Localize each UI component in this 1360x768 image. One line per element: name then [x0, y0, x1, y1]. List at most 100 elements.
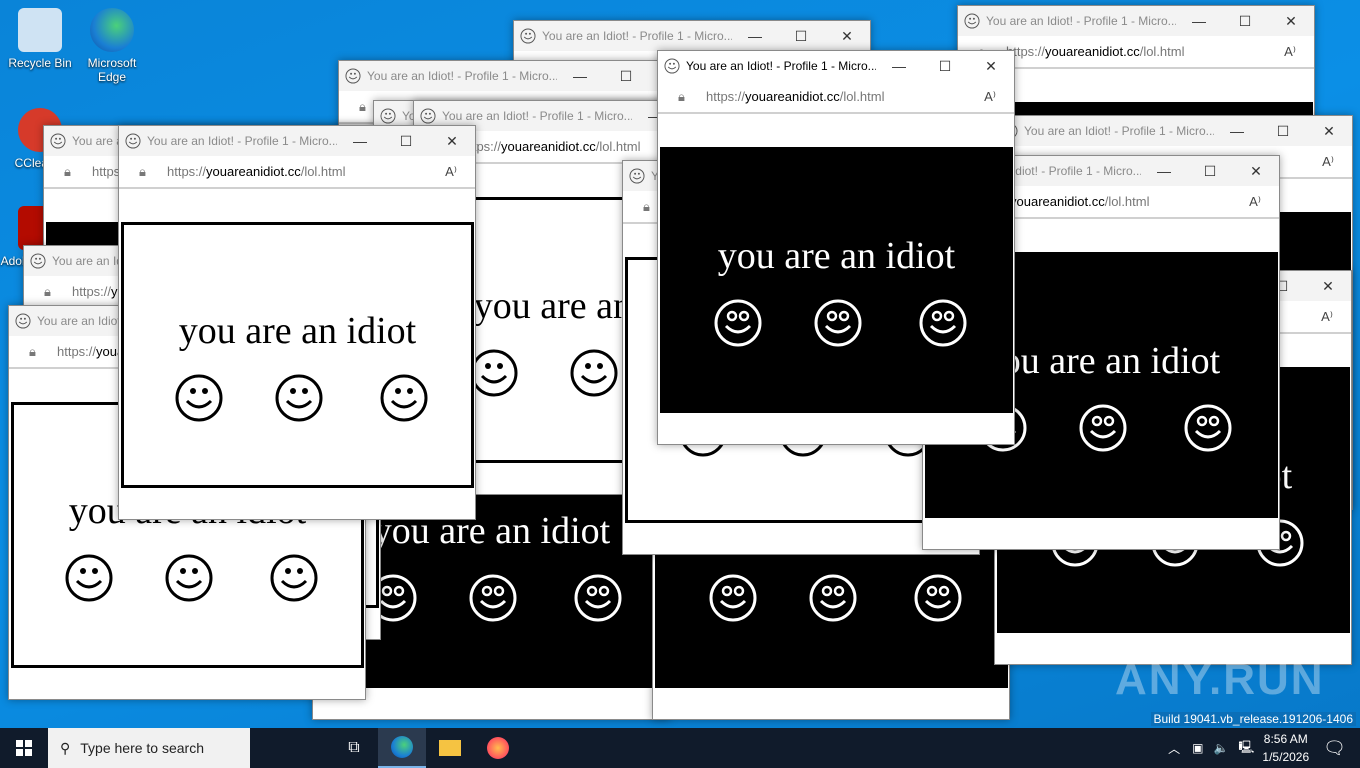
- url-scheme: https://: [706, 89, 746, 104]
- close-button[interactable]: ✕: [1268, 13, 1314, 30]
- maximize-button[interactable]: ☐: [1222, 13, 1268, 30]
- page-content[interactable]: you are an idiot: [660, 147, 1013, 413]
- close-button[interactable]: ✕: [429, 133, 475, 150]
- search-icon: ⚲: [60, 739, 71, 756]
- browser-window[interactable]: You are an Idiot! - Profile 1 - Micro...…: [657, 50, 1015, 445]
- maximize-button[interactable]: ☐: [1260, 123, 1306, 140]
- smiley-icon: [275, 374, 323, 422]
- smiley-icon: [570, 349, 618, 397]
- anyrun-watermark: ANY.RUN: [1115, 655, 1325, 704]
- window-title: You are an Idiot! - Profile 1 - Micro...: [686, 59, 876, 73]
- page-content[interactable]: you are an idiot: [121, 222, 474, 488]
- task-view-button[interactable]: ⧉: [330, 728, 378, 768]
- meet-now-icon[interactable]: ▣: [1192, 741, 1203, 755]
- smiley-icon: [1184, 404, 1232, 452]
- smiley-icon: [50, 133, 66, 149]
- read-aloud-icon[interactable]: A⁾: [984, 89, 996, 105]
- title-bar[interactable]: You are an Idiot! - Profile 1 - Micro...…: [996, 116, 1352, 146]
- taskbar-file-explorer[interactable]: [426, 728, 474, 768]
- smiley-icon: [964, 13, 980, 29]
- lock-icon: 🔒︎: [643, 198, 650, 214]
- title-bar[interactable]: You are an Idiot! - Profile 1 - Micro...…: [339, 61, 695, 91]
- task-view-icon: ⧉: [348, 739, 360, 756]
- maximize-button[interactable]: ☐: [922, 58, 968, 75]
- smiley-icon: [380, 108, 396, 124]
- url-path: /lol.html: [595, 139, 641, 154]
- title-bar[interactable]: You are an Idiot! - Profile 1 - Micro...…: [514, 21, 870, 51]
- smiley-icon: [420, 108, 436, 124]
- title-bar[interactable]: You are an Idiot! - Profile 1 - Micro...…: [958, 6, 1314, 36]
- url-domain: youareanidiot.cc: [1045, 44, 1140, 59]
- minimize-button[interactable]: —: [1141, 163, 1187, 179]
- url-scheme: https://: [167, 164, 207, 179]
- address-bar[interactable]: 🔒︎ https://youareanidiot.cc/lol.html A⁾: [119, 156, 475, 189]
- smiley-icon: [574, 574, 622, 622]
- close-button[interactable]: ✕: [1233, 163, 1279, 180]
- notifications-icon[interactable]: 🗨: [1323, 738, 1346, 759]
- read-aloud-icon[interactable]: A⁾: [1284, 44, 1296, 60]
- minimize-button[interactable]: —: [876, 58, 922, 74]
- smiley-icon: [919, 299, 967, 347]
- search-box[interactable]: ⚲ Type here to search: [48, 728, 250, 768]
- browser-window[interactable]: You are an Idiot! - Profile 1 - Micro...…: [118, 125, 476, 520]
- chevron-up-icon[interactable]: ︿: [1168, 740, 1180, 757]
- smiley-icon: [914, 574, 962, 622]
- smiley-favicon-icon: [125, 133, 141, 149]
- edge-icon: [90, 8, 134, 52]
- minimize-button[interactable]: —: [557, 68, 603, 84]
- taskbar: ⚲ Type here to search ⧉ ︿ ▣ 🔈 🖳 8:56 AM 1/…: [0, 728, 1360, 768]
- url-scheme: https://: [72, 284, 112, 299]
- desktop-icon-edge[interactable]: Microsoft Edge: [72, 8, 152, 84]
- smiley-icon: [270, 554, 318, 602]
- start-button[interactable]: [0, 728, 48, 768]
- smiley-icon: [165, 554, 213, 602]
- smiley-icon: [714, 299, 762, 347]
- page-text: you are an idiot: [717, 235, 956, 277]
- maximize-button[interactable]: ☐: [1187, 163, 1233, 180]
- url-scheme: https://: [57, 344, 97, 359]
- maximize-button[interactable]: ☐: [603, 68, 649, 85]
- lock-icon: 🔒︎: [29, 343, 36, 359]
- smiley-icon: [809, 574, 857, 622]
- minimize-button[interactable]: —: [1176, 13, 1222, 29]
- address-bar[interactable]: 🔒︎ https://youareanidiot.cc/lol.html A⁾: [658, 81, 1014, 114]
- window-title: You are an Idiot! - Profile 1 - Micro...: [986, 14, 1176, 28]
- time: 8:56 AM: [1263, 732, 1308, 746]
- url-domain: youareanidiot.cc: [1010, 194, 1105, 209]
- read-aloud-icon[interactable]: A⁾: [445, 164, 457, 180]
- read-aloud-icon[interactable]: A⁾: [1322, 154, 1334, 170]
- window-title: You are an Idiot! - Profile 1 - Micro...: [367, 69, 557, 83]
- title-bar[interactable]: You are an Idiot! - Profile 1 - Micro...…: [119, 126, 475, 156]
- minimize-button[interactable]: —: [732, 28, 778, 44]
- window-title: You are an Idiot! - Profile 1 - Micro...: [442, 109, 632, 123]
- system-tray: ︿ ▣ 🔈 🖳 8:56 AM 1/5/2026 🗨: [1168, 728, 1360, 768]
- taskbar-edge[interactable]: [378, 728, 426, 768]
- network-icon[interactable]: 🖳: [1238, 738, 1254, 759]
- read-aloud-icon[interactable]: A⁾: [1321, 309, 1333, 325]
- read-aloud-icon[interactable]: A⁾: [1249, 194, 1261, 210]
- search-placeholder: Type here to search: [80, 740, 205, 756]
- smiley-icon: [125, 133, 141, 149]
- minimize-button[interactable]: —: [337, 133, 383, 149]
- maximize-button[interactable]: ☐: [383, 133, 429, 150]
- minimize-button[interactable]: —: [1214, 123, 1260, 139]
- close-button[interactable]: ✕: [968, 58, 1014, 75]
- taskbar-firefox[interactable]: [474, 728, 522, 768]
- close-button[interactable]: ✕: [1306, 123, 1352, 140]
- window-title: You are an Idiot! - Profile 1 - Micro...: [147, 134, 337, 148]
- lock-icon: 🔒︎: [64, 163, 71, 179]
- desktop-icon-recycle-bin[interactable]: Recycle Bin: [0, 8, 80, 70]
- lock-icon: 🔒︎: [359, 98, 366, 114]
- smiley-favicon-icon: [345, 68, 361, 84]
- close-button[interactable]: ✕: [1305, 278, 1351, 295]
- url-path: /lol.html: [1104, 194, 1150, 209]
- volume-icon[interactable]: 🔈: [1213, 741, 1228, 755]
- maximize-button[interactable]: ☐: [778, 28, 824, 45]
- title-bar[interactable]: You are an Idiot! - Profile 1 - Micro...…: [658, 51, 1014, 81]
- date: 1/5/2026: [1262, 750, 1310, 764]
- smiley-favicon-icon: [15, 313, 31, 329]
- url-path: /lol.html: [1139, 44, 1185, 59]
- clock[interactable]: 8:56 AM 1/5/2026: [1262, 730, 1309, 766]
- close-button[interactable]: ✕: [824, 28, 870, 45]
- smiley-icon: [345, 68, 361, 84]
